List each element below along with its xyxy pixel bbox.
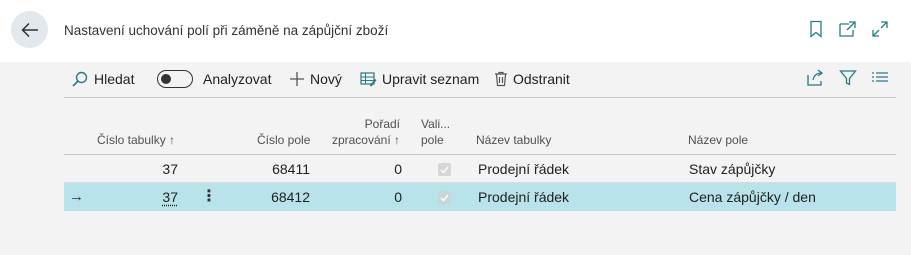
delete-label: Odstranit — [513, 71, 570, 87]
page-header: Nastavení uchování polí při záměně na zá… — [0, 0, 911, 62]
search-label: Hledat — [94, 71, 135, 87]
edit-list-button[interactable]: Upravit seznam — [360, 60, 479, 98]
search-icon — [72, 71, 88, 87]
row-menu-icon[interactable]: ⋮ — [201, 183, 217, 211]
cell-table-no[interactable]: 37 — [128, 183, 178, 211]
cell-table-name: Prodejní řádek — [478, 189, 570, 205]
cell-field-no: 68411 — [272, 161, 310, 177]
toggle-switch[interactable] — [157, 70, 193, 88]
list-view-icon[interactable] — [871, 69, 891, 89]
checkmark-icon — [440, 194, 449, 202]
cell-field-name: Stav zápůjčky — [689, 161, 776, 177]
grid-header-row: Číslo tabulky ↑ Číslo pole Pořadí zpraco… — [64, 112, 896, 155]
cell-table-name: Prodejní řádek — [478, 161, 570, 177]
expand-icon[interactable] — [871, 20, 891, 40]
col-header-table-no[interactable]: Číslo tabulky ↑ — [97, 132, 175, 148]
col-header-valid-line1: Vali... — [421, 117, 451, 131]
cell-table-no-link[interactable]: 37 — [162, 189, 178, 205]
share-icon[interactable] — [806, 69, 826, 89]
valid-checkbox — [438, 191, 451, 204]
cell-order: 0 — [394, 161, 402, 177]
plus-icon — [290, 72, 304, 86]
table-row[interactable]: 37 68411 0 Prodejní řádek Stav zápůjčky — [64, 155, 896, 183]
filter-icon[interactable] — [839, 69, 859, 89]
cell-field-no: 68412 — [271, 189, 310, 205]
col-header-field-name[interactable]: Název pole — [688, 132, 748, 148]
cell-order: 0 — [394, 189, 402, 205]
bookmark-icon[interactable] — [808, 20, 828, 40]
col-header-valid[interactable]: Vali... pole — [421, 116, 450, 148]
col-header-order[interactable]: Pořadí zpracování ↑ — [302, 116, 400, 148]
table-row-selected[interactable]: → 37 ⋮ 68412 0 Prodejní řádek Cena zápůj… — [64, 183, 896, 211]
action-bar: Hledat Analyzovat Nový Upravit seznam Od… — [64, 60, 896, 98]
col-header-order-line2: zpracování ↑ — [331, 133, 400, 147]
back-arrow-icon — [20, 22, 38, 37]
delete-button[interactable]: Odstranit — [494, 60, 570, 98]
search-button[interactable]: Hledat — [71, 60, 134, 98]
page-title: Nastavení uchování polí při záměně na zá… — [64, 23, 389, 38]
cell-table-no[interactable]: 37 — [128, 155, 178, 183]
cell-field-name: Cena zápůjčky / den — [689, 189, 816, 205]
edit-list-label: Upravit seznam — [382, 71, 480, 87]
valid-checkbox — [438, 163, 451, 176]
col-header-order-line1: Pořadí — [364, 117, 400, 131]
analyze-toggle[interactable]: Analyzovat — [157, 60, 271, 98]
open-new-window-icon[interactable] — [838, 20, 858, 40]
col-header-valid-line2: pole — [421, 133, 444, 147]
back-button[interactable] — [11, 11, 48, 48]
new-label: Nový — [310, 71, 342, 87]
checkmark-icon — [440, 166, 449, 174]
trash-icon — [495, 71, 507, 87]
edit-list-icon — [360, 72, 377, 87]
row-arrow-icon: → — [69, 188, 84, 205]
new-button[interactable]: Nový — [289, 60, 342, 98]
analyze-label: Analyzovat — [203, 71, 272, 87]
col-header-table-name[interactable]: Název tabulky — [476, 132, 551, 148]
